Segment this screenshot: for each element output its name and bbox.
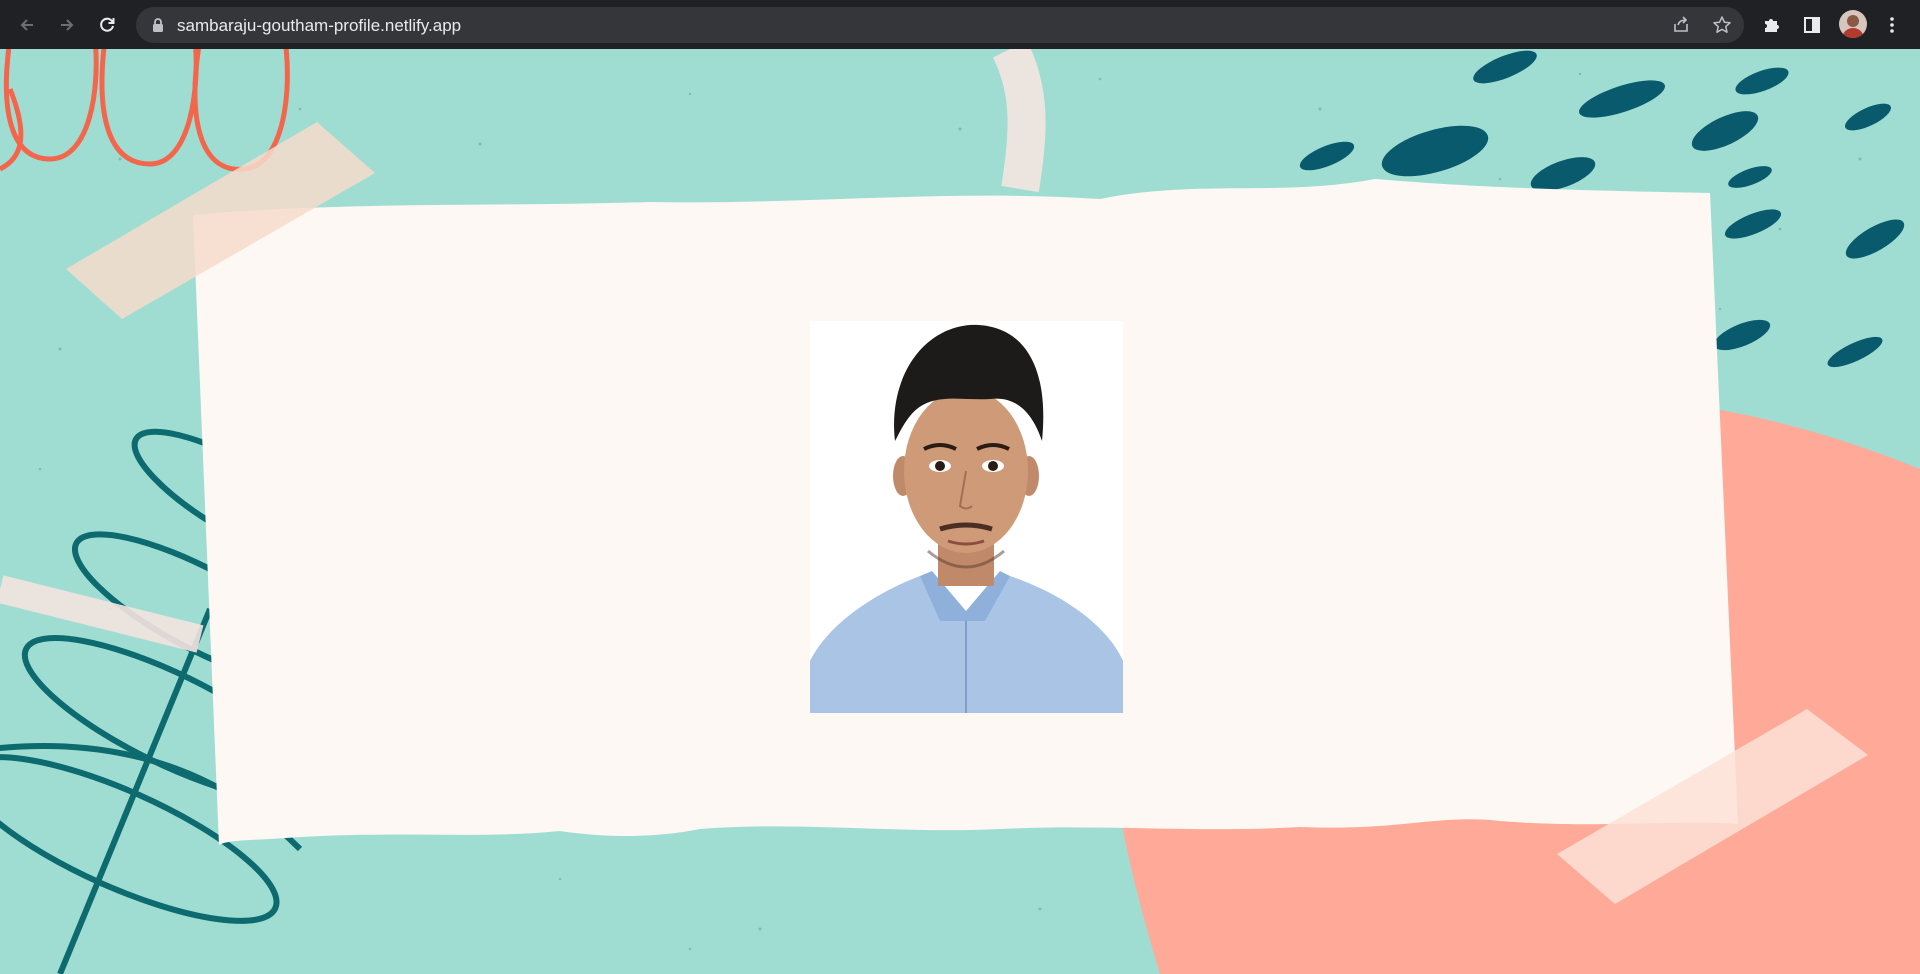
portrait-image <box>810 321 1123 713</box>
puzzle-icon <box>1765 19 1779 32</box>
share-icon <box>1674 16 1688 32</box>
profile-photo <box>810 321 1123 713</box>
bookmark-button[interactable] <box>1710 13 1734 37</box>
browser-toolbar: sambaraju-goutham-profile.netlify.app <box>0 0 1920 49</box>
side-panel-icon <box>1804 17 1820 33</box>
share-button[interactable] <box>1669 13 1693 37</box>
reload-button[interactable] <box>92 10 122 40</box>
back-button[interactable] <box>12 10 42 40</box>
arrow-right-icon <box>61 19 74 31</box>
reload-icon <box>100 17 115 32</box>
page-viewport <box>0 49 1920 974</box>
kebab-menu-icon <box>1890 17 1894 33</box>
red-squiggle <box>0 49 290 172</box>
extensions-button[interactable] <box>1757 10 1787 40</box>
lock-icon[interactable] <box>150 17 166 33</box>
arrow-left-icon <box>20 19 33 31</box>
side-panel-button[interactable] <box>1797 10 1827 40</box>
forward-button[interactable] <box>52 10 82 40</box>
address-bar[interactable]: sambaraju-goutham-profile.netlify.app <box>136 7 1744 43</box>
browser-menu-button[interactable] <box>1877 10 1907 40</box>
avatar[interactable] <box>1839 10 1867 38</box>
url-text[interactable]: sambaraju-goutham-profile.netlify.app <box>177 16 461 36</box>
star-icon <box>1713 16 1731 33</box>
